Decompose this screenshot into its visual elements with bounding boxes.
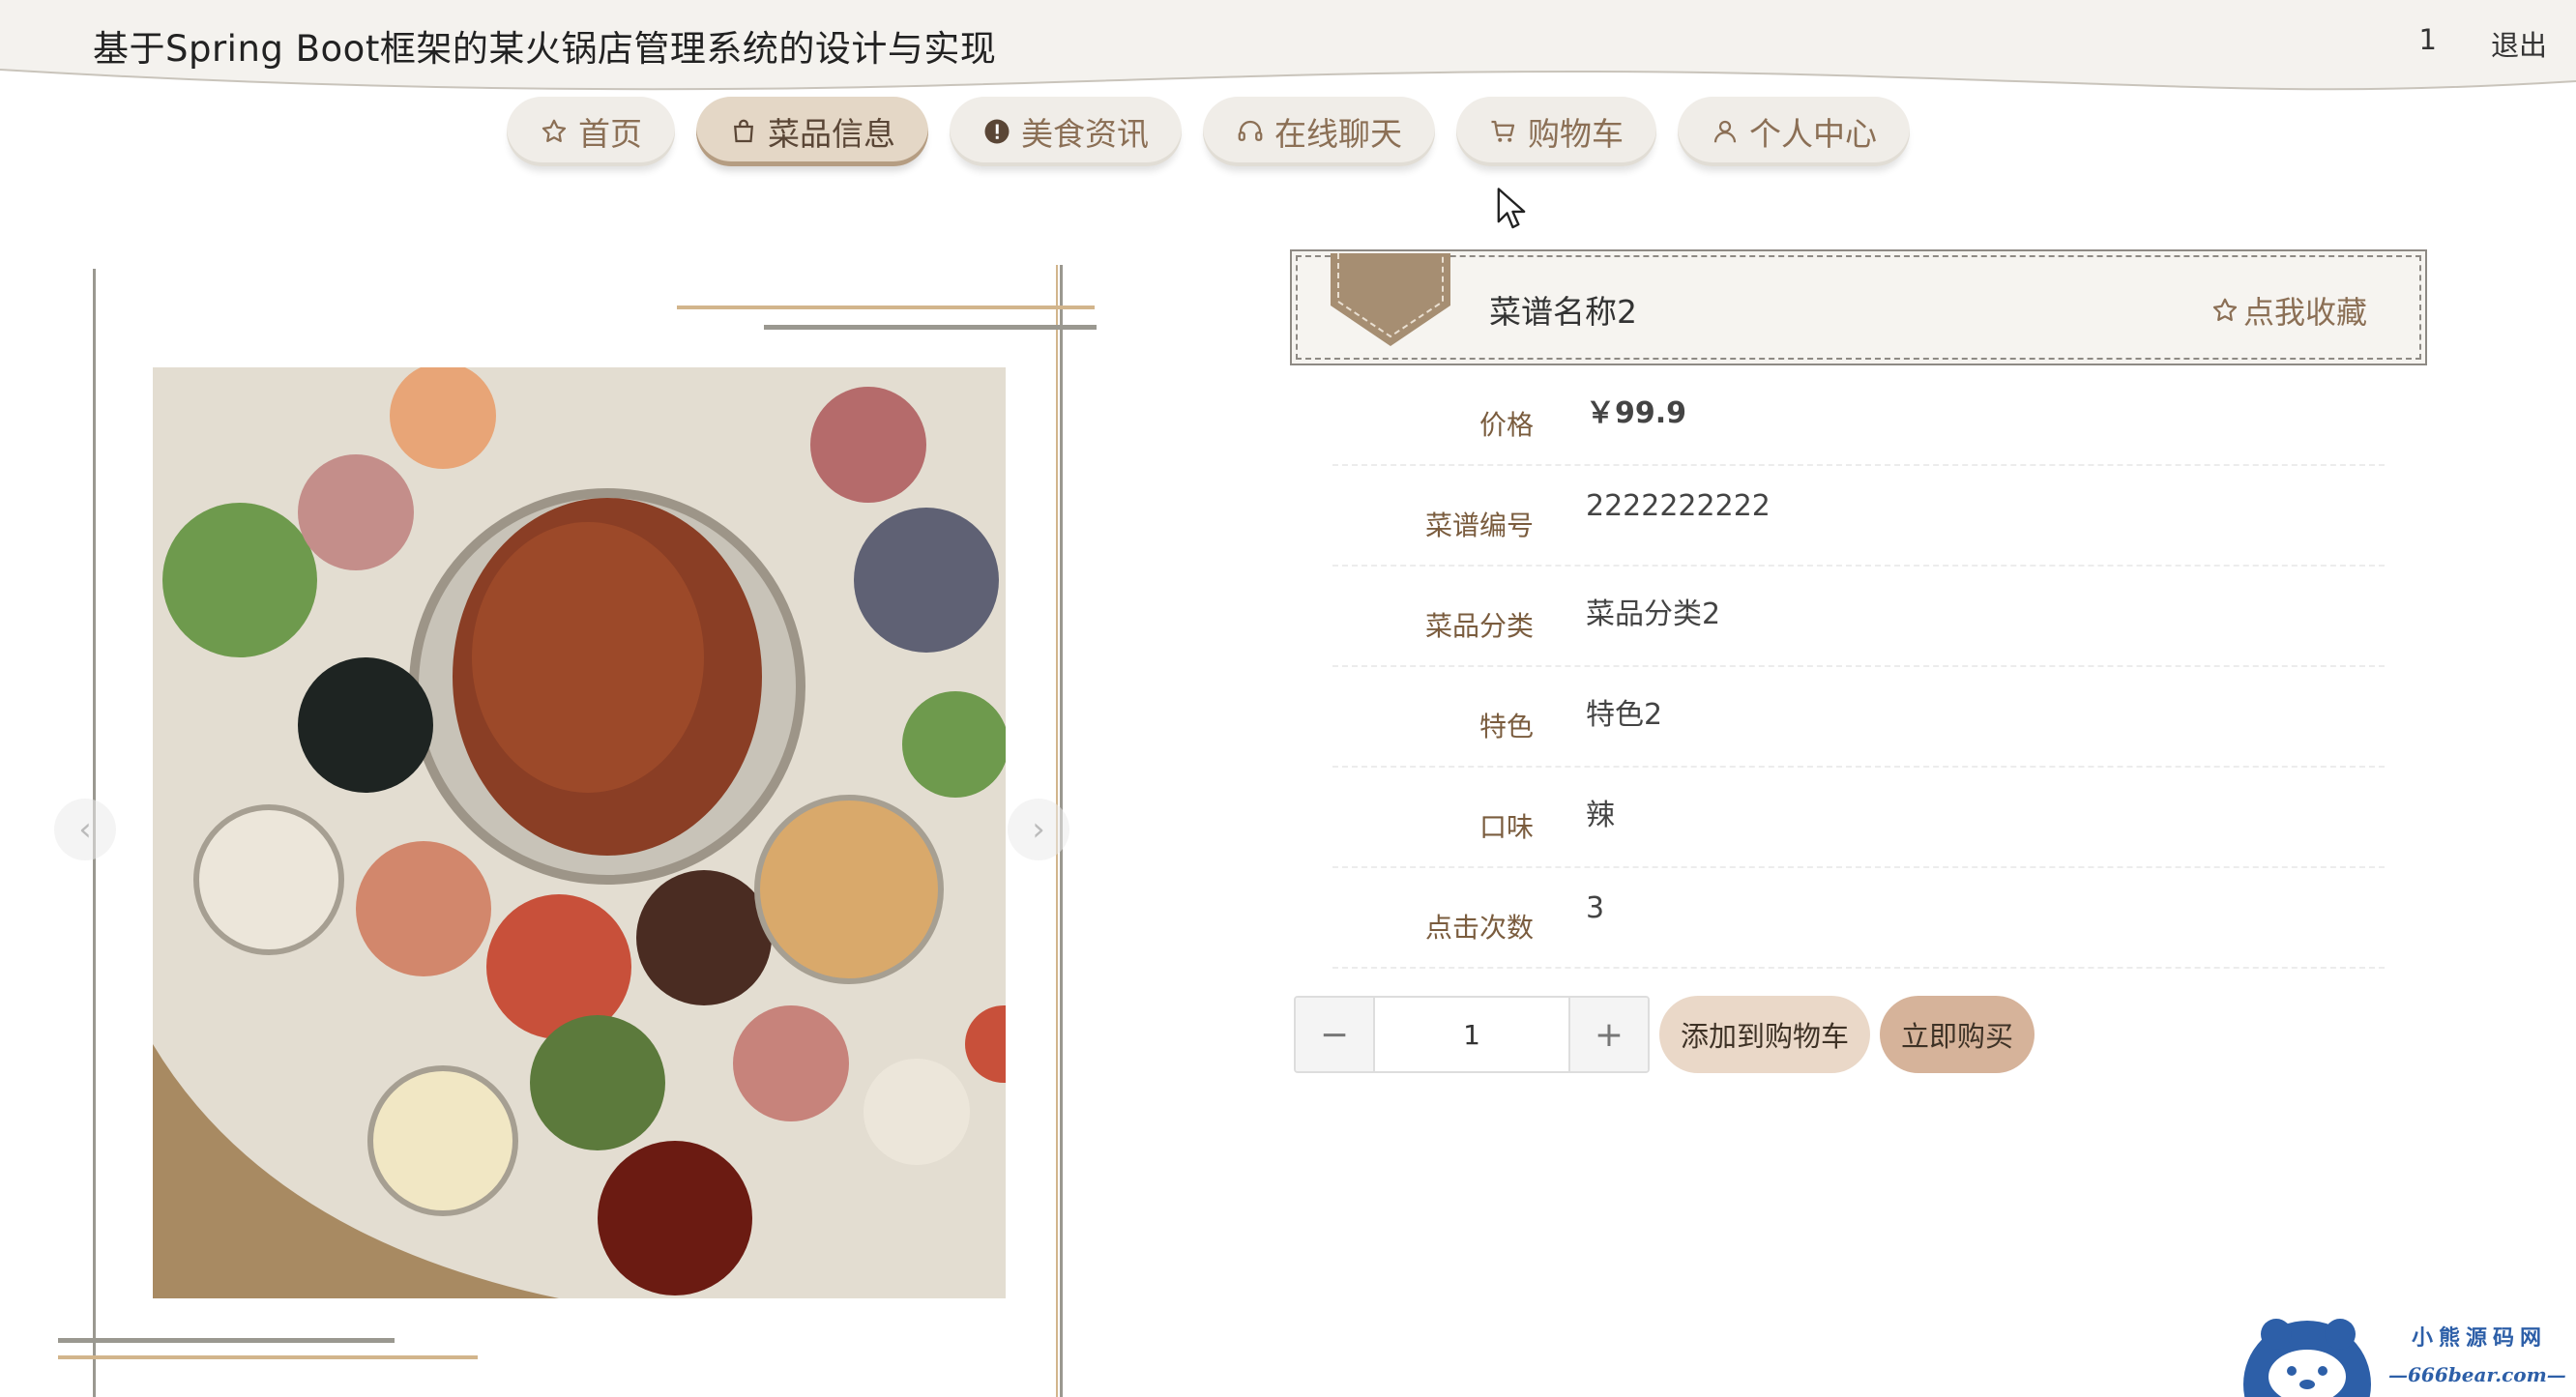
- info-row-category: 菜品分类 菜品分类2: [1332, 567, 2385, 667]
- product-title-card: 菜谱名称2 点我收藏: [1290, 249, 2427, 365]
- chevron-right-icon: ›: [1032, 810, 1045, 849]
- add-to-cart-button[interactable]: 添加到购物车: [1659, 996, 1871, 1073]
- decrement-button[interactable]: −: [1296, 998, 1373, 1071]
- nav-item-dishes[interactable]: 菜品信息: [696, 97, 928, 166]
- watermark-text-url: —666bear.com—: [2388, 1363, 2566, 1386]
- star-icon: [542, 119, 567, 142]
- main-nav: 首页 菜品信息 美食资讯 在线聊天 购物车 个人中心: [507, 97, 1910, 174]
- info-label: 口味: [1478, 811, 1534, 843]
- hotpot-illustration: [153, 367, 1006, 1298]
- nav-item-label: 菜品信息: [768, 115, 895, 153]
- nav-item-label: 美食资讯: [1021, 115, 1149, 153]
- site-title: 基于Spring Boot框架的某火锅店管理系统的设计与实现: [93, 28, 997, 70]
- info-row-price: 价格 ￥99.9: [1332, 365, 2385, 466]
- info-label: 价格: [1478, 409, 1534, 441]
- star-outline-icon: [2212, 298, 2238, 321]
- alert-circle-icon: [984, 119, 1010, 144]
- product-gallery: ‹ ›: [54, 251, 1102, 1397]
- info-row-clicks: 点击次数 3: [1332, 868, 2385, 969]
- info-row-recipe-number: 菜谱编号 2222222222: [1332, 466, 2385, 567]
- user-icon: [1713, 120, 1737, 143]
- logout-link[interactable]: 退出: [2491, 23, 2547, 64]
- carousel-next-button[interactable]: ›: [1008, 799, 1069, 860]
- user-area: 1 退出: [2419, 23, 2547, 64]
- nav-item-chat[interactable]: 在线聊天: [1203, 97, 1435, 166]
- info-value: 辣: [1586, 799, 1615, 832]
- info-value-price: ￥99.9: [1586, 396, 1687, 430]
- info-value: 特色2: [1586, 698, 1663, 732]
- nav-item-profile[interactable]: 个人中心: [1678, 97, 1910, 166]
- quantity-stepper: − +: [1294, 996, 1650, 1073]
- nav-item-label: 个人中心: [1749, 115, 1877, 153]
- info-value: 2222222222: [1586, 489, 1771, 523]
- quantity-input[interactable]: [1373, 998, 1570, 1071]
- deco-line-top-1: [677, 306, 1095, 309]
- nav-item-home[interactable]: 首页: [507, 97, 675, 166]
- increment-button[interactable]: +: [1570, 998, 1648, 1071]
- headset-icon: [1238, 120, 1263, 141]
- watermark-text-cn: 小熊源码网: [2412, 1325, 2548, 1351]
- buy-now-button[interactable]: 立即购买: [1880, 996, 2035, 1073]
- product-info-list: 价格 ￥99.9 菜谱编号 2222222222 菜品分类 菜品分类2 特色 特…: [1332, 365, 2385, 969]
- favorite-label: 点我收藏: [2242, 294, 2367, 331]
- carousel-prev-button[interactable]: ‹: [54, 799, 116, 860]
- username-link[interactable]: 1: [2419, 23, 2437, 64]
- info-row-feature: 特色 特色2: [1332, 667, 2385, 768]
- pocket-badge-icon: [1331, 253, 1450, 346]
- bag-icon: [734, 119, 753, 143]
- info-value: 3: [1586, 891, 1605, 925]
- hotpot-photo: [153, 367, 1006, 1298]
- deco-line-bottom-1: [58, 1338, 395, 1343]
- nav-item-cart[interactable]: 购物车: [1456, 97, 1656, 166]
- product-name: 菜谱名称2: [1489, 293, 1637, 331]
- cart-icon: [1491, 120, 1515, 142]
- purchase-bar: − + 添加到购物车 立即购买: [1294, 996, 2035, 1073]
- info-row-taste: 口味 辣: [1332, 768, 2385, 868]
- chevron-left-icon: ‹: [78, 810, 92, 849]
- favorite-button[interactable]: 点我收藏: [2210, 288, 2367, 333]
- mouse-cursor-icon: [1497, 188, 1526, 229]
- info-value: 菜品分类2: [1586, 597, 1721, 631]
- top-bar: 基于Spring Boot框架的某火锅店管理系统的设计与实现 1 退出: [0, 0, 2576, 97]
- info-label: 特色: [1478, 711, 1534, 742]
- deco-line-top-2: [764, 325, 1097, 330]
- info-label: 菜品分类: [1424, 610, 1534, 642]
- nav-item-label: 购物车: [1528, 115, 1624, 153]
- info-label: 菜谱编号: [1424, 509, 1534, 541]
- nav-item-label: 在线聊天: [1274, 115, 1402, 153]
- nav-item-food-news[interactable]: 美食资讯: [950, 97, 1182, 166]
- nav-item-label: 首页: [578, 115, 642, 153]
- info-label: 点击次数: [1424, 912, 1534, 944]
- deco-line-bottom-2: [58, 1355, 478, 1359]
